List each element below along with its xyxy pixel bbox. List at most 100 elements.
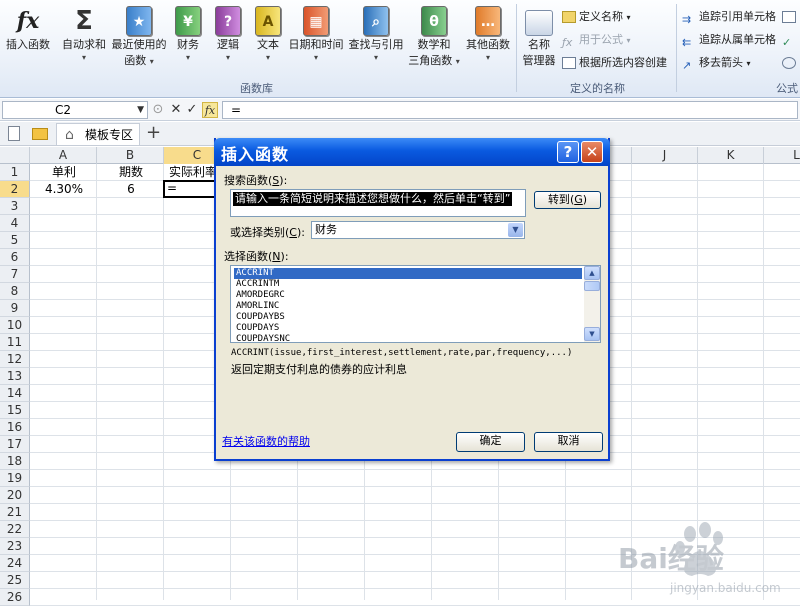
row-header-5[interactable]: 5 (0, 232, 30, 249)
chevron-down-icon: ▾ (185, 53, 190, 62)
row-header-21[interactable]: 21 (0, 504, 30, 521)
cell-B2[interactable]: 6 (98, 181, 164, 198)
chevron-down-icon[interactable]: ▼ (137, 102, 144, 118)
gridline-horizontal (30, 520, 800, 521)
insert-function-button[interactable]: fx 插入函数 (2, 4, 54, 53)
row-header-1[interactable]: 1 (0, 164, 30, 181)
scroll-up-icon[interactable]: ▲ (584, 266, 600, 280)
row-header-9[interactable]: 9 (0, 300, 30, 317)
list-item[interactable]: AMORDEGRC (234, 290, 582, 301)
name-manager-button[interactable]: 名称 管理器 (520, 4, 558, 69)
enter-formula-icon[interactable]: ✓ (184, 102, 200, 118)
cell-A1[interactable]: 单利 (31, 164, 97, 181)
resize-handle-icon[interactable]: ⊙ (150, 102, 166, 118)
show-formulas-button[interactable] (782, 8, 799, 26)
row-header-12[interactable]: 12 (0, 351, 30, 368)
formula-icon: ƒx (562, 36, 573, 49)
trace-dependents-icon: ⇇ (682, 36, 692, 49)
finance-functions-button[interactable]: ¥ 财务 ▾ (170, 4, 206, 63)
select-all-corner[interactable] (0, 147, 30, 164)
define-name-button[interactable]: 定义名称 ▾ (562, 8, 631, 26)
dialog-title-bar[interactable]: 插入函数 ? ✕ (214, 138, 610, 166)
row-header-17[interactable]: 17 (0, 436, 30, 453)
name-box[interactable]: C2 ▼ (2, 101, 148, 119)
insert-function-icon[interactable]: fx (202, 102, 218, 118)
cell-B1[interactable]: 期数 (98, 164, 164, 181)
row-header-16[interactable]: 16 (0, 419, 30, 436)
row-header-18[interactable]: 18 (0, 453, 30, 470)
column-header-l[interactable]: L (764, 147, 800, 164)
tab-template-zone[interactable]: ⌂ 模板专区 (56, 123, 140, 145)
evaluate-formula-button[interactable] (782, 54, 799, 72)
row-header-22[interactable]: 22 (0, 521, 30, 538)
datetime-functions-button[interactable]: ▦ 日期和时间 ▾ (288, 4, 344, 63)
group-separator (676, 4, 677, 92)
close-icon[interactable]: ✕ (581, 141, 603, 163)
list-item[interactable]: ACCRINTM (234, 279, 582, 290)
row-header-3[interactable]: 3 (0, 198, 30, 215)
function-list[interactable]: ACCRINT ACCRINTM AMORDEGRC AMORLINC COUP… (230, 265, 601, 343)
text-book-icon: A (255, 6, 281, 36)
row-header-19[interactable]: 19 (0, 470, 30, 487)
row-header-15[interactable]: 15 (0, 402, 30, 419)
use-in-formula-button[interactable]: ƒx 用于公式 ▾ (562, 31, 631, 49)
cancel-formula-icon[interactable]: ✕ (168, 102, 184, 118)
remove-arrows-button[interactable]: ↗ 移去箭头 ▾ (682, 54, 751, 72)
row-header-26[interactable]: 26 (0, 589, 30, 606)
text-functions-button[interactable]: A 文本 ▾ (250, 4, 286, 63)
text-label: 文本 (257, 38, 279, 51)
cancel-button[interactable]: 取消 (534, 432, 603, 452)
dialog-title: 插入函数 (221, 145, 290, 164)
math-functions-button[interactable]: θ 数学和 三角函数 ▾ (406, 4, 462, 69)
autosum-button[interactable]: Σ 自动求和 ▾ (58, 4, 110, 63)
list-item[interactable]: AMORLINC (234, 301, 582, 312)
column-header-j[interactable]: J (632, 147, 698, 164)
formula-input[interactable]: = (222, 101, 798, 119)
cell-A2[interactable]: 4.30% (31, 181, 97, 198)
row-header-4[interactable]: 4 (0, 215, 30, 232)
scroll-thumb[interactable] (584, 281, 600, 291)
trace-precedents-button[interactable]: ⇉ 追踪引用单元格 (682, 8, 776, 26)
row-header-13[interactable]: 13 (0, 368, 30, 385)
category-select[interactable]: 财务 ▼ (311, 221, 525, 239)
row-header-23[interactable]: 23 (0, 538, 30, 555)
ok-button[interactable]: 确定 (456, 432, 525, 452)
lookup-functions-button[interactable]: ⌕ 查找与引用 ▾ (348, 4, 404, 63)
recent-functions-button[interactable]: ★ 最近使用的 函数 ▾ (110, 4, 168, 69)
other-functions-button[interactable]: … 其他函数 ▾ (464, 4, 512, 63)
column-header-a[interactable]: A (30, 147, 97, 164)
row-header-25[interactable]: 25 (0, 572, 30, 589)
scroll-down-icon[interactable]: ▼ (584, 327, 600, 341)
lookup-book-icon: ⌕ (363, 6, 389, 36)
row-header-10[interactable]: 10 (0, 317, 30, 334)
folder-icon[interactable] (32, 128, 48, 140)
baidu-watermark: Bai经验 jingyan.baidu.com (614, 522, 800, 600)
row-header-24[interactable]: 24 (0, 555, 30, 572)
trace-dependents-button[interactable]: ⇇ 追踪从属单元格 (682, 31, 776, 49)
list-item[interactable]: COUPDAYS (234, 323, 582, 334)
list-item[interactable]: ACCRINT (234, 268, 582, 279)
logic-functions-button[interactable]: ? 逻辑 ▾ (210, 4, 246, 63)
add-tab-button[interactable]: + (146, 122, 161, 144)
list-item[interactable]: COUPDAYSNC (234, 334, 582, 342)
row-header-20[interactable]: 20 (0, 487, 30, 504)
create-from-selection-button[interactable]: 根据所选内容创建 (562, 54, 667, 72)
column-header-k[interactable]: K (698, 147, 764, 164)
list-item[interactable]: COUPDAYBS (234, 312, 582, 323)
search-input[interactable]: 请输入一条简短说明来描述您想做什么，然后单击“转到” (230, 189, 526, 217)
chevron-down-icon[interactable]: ▼ (508, 223, 523, 237)
row-header-7[interactable]: 7 (0, 266, 30, 283)
math-label-2: 三角函数 (408, 54, 453, 67)
row-header-6[interactable]: 6 (0, 249, 30, 266)
row-header-8[interactable]: 8 (0, 283, 30, 300)
row-header-2[interactable]: 2 (0, 181, 30, 198)
function-list-scrollbar[interactable]: ▲ ▼ (584, 266, 600, 342)
error-checking-button[interactable]: ✓ (782, 31, 799, 49)
column-header-b[interactable]: B (97, 147, 164, 164)
row-header-14[interactable]: 14 (0, 385, 30, 402)
new-document-icon[interactable] (8, 126, 20, 141)
function-help-link[interactable]: 有关该函数的帮助 (222, 433, 310, 449)
row-header-11[interactable]: 11 (0, 334, 30, 351)
help-icon[interactable]: ? (557, 141, 579, 163)
goto-button[interactable]: 转到(G) (534, 191, 601, 209)
